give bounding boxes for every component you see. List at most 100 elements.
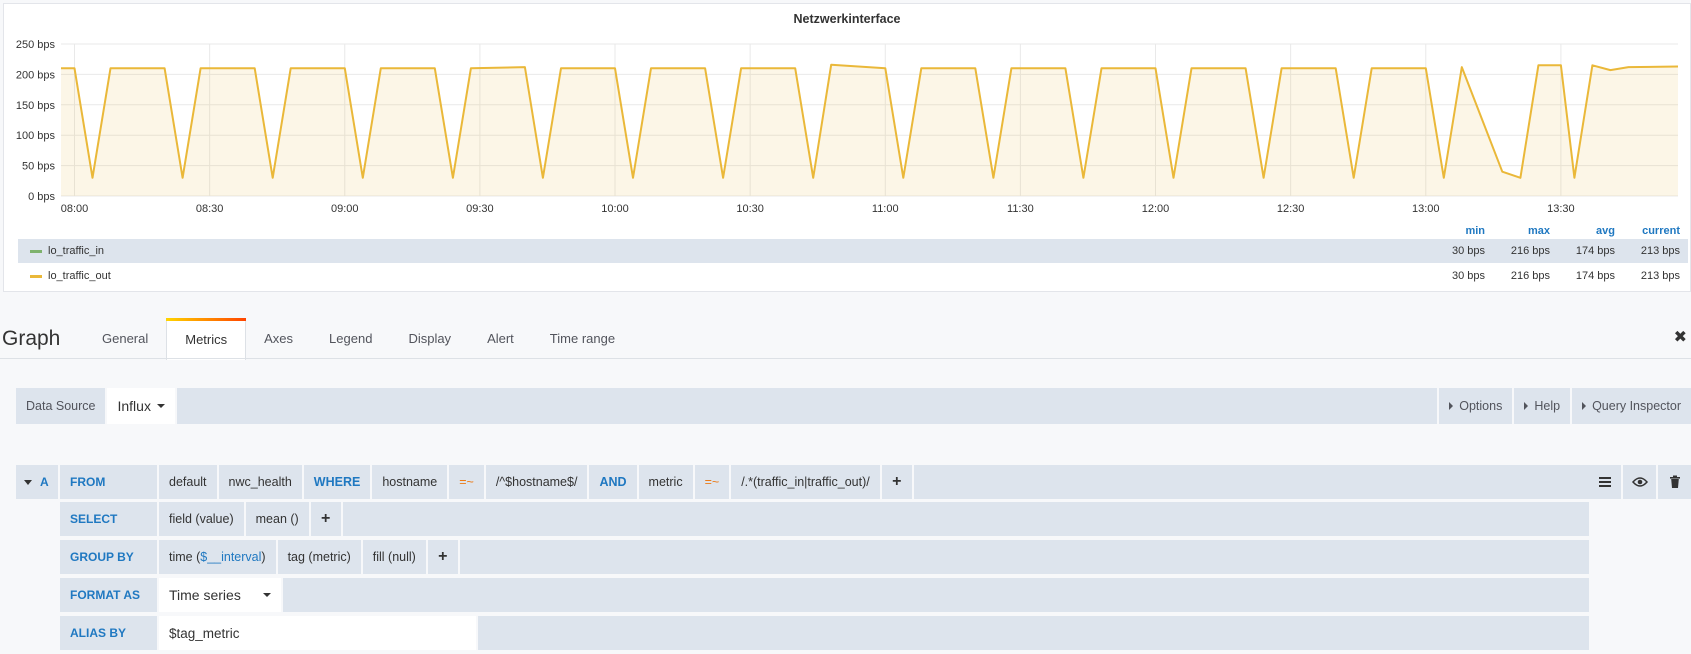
group-by-row: GROUP BY time ($__interval) tag (metric)… (60, 540, 1589, 574)
x-tick-label: 08:00 (61, 203, 89, 214)
format-as-keyword: FORMAT AS (60, 578, 157, 612)
add-group-by-button[interactable]: + (427, 540, 458, 574)
retention-policy[interactable]: default (159, 465, 217, 499)
format-as-select[interactable]: Time series (159, 578, 281, 612)
from-row: FROM default nwc_health WHERE hostname =… (60, 465, 912, 499)
legend-series-name[interactable]: lo_traffic_in (48, 245, 1420, 257)
legend-max-value: 216 bps (1510, 270, 1550, 282)
options-label: Options (1459, 399, 1503, 413)
datasource-row: Data Source Influx Options Help Query In… (16, 388, 1691, 424)
group-by-tag[interactable]: tag (metric) (277, 540, 361, 574)
query-collapse-toggle[interactable]: A (16, 465, 58, 499)
query-inspector-button[interactable]: Query Inspector (1572, 388, 1691, 424)
datasource-value: Influx (117, 398, 151, 414)
select-aggregation[interactable]: mean () (245, 502, 309, 536)
x-tick-label: 08:30 (196, 203, 224, 214)
editor-tabs: General Metrics Axes Legend Display Aler… (84, 318, 633, 360)
x-tick-label: 11:00 (872, 203, 899, 214)
legend-header-min[interactable]: min (1420, 225, 1485, 237)
alias-by-row-filler (478, 616, 1589, 650)
panel-title[interactable]: Netzwerkinterface (4, 12, 1690, 26)
group-by-time-prefix: time ( (169, 550, 201, 564)
legend-header: min max avg current (1420, 225, 1680, 237)
time-series-chart: 0 bps 50 bps 100 bps 150 bps 200 bps 250 bps 0… (16, 39, 1679, 214)
legend-item-lo-traffic-in[interactable]: lo_traffic_in 30 bps 216 bps 174 bps 213… (18, 239, 1688, 263)
datasource-filler (176, 388, 1438, 424)
datasource-label: Data Source (16, 388, 106, 424)
format-as-row-filler (283, 578, 1589, 612)
legend-avg-value: 174 bps (1575, 245, 1615, 257)
tab-metrics[interactable]: Metrics (166, 318, 247, 360)
where-tag-hostname[interactable]: hostname (372, 465, 448, 499)
caret-right-icon (1449, 402, 1454, 410)
query-row-tools (1588, 465, 1691, 499)
y-tick-label: 100 bps (16, 130, 56, 142)
x-tick-label: 12:00 (1142, 203, 1170, 214)
x-tick-label: 13:00 (1412, 203, 1440, 214)
tab-general[interactable]: General (84, 318, 166, 358)
where-operator[interactable]: =~ (449, 465, 484, 499)
group-by-time-interval: $__interval (200, 550, 262, 564)
alias-by-keyword: ALIAS BY (60, 616, 157, 650)
from-row-filler (914, 465, 1588, 499)
add-where-button[interactable]: + (881, 465, 912, 499)
legend-min-value: 30 bps (1451, 245, 1485, 257)
eye-icon[interactable] (1623, 465, 1656, 499)
y-tick-label: 50 bps (22, 161, 56, 173)
caret-right-icon (1524, 402, 1529, 410)
legend-item-lo-traffic-out[interactable]: lo_traffic_out 30 bps 216 bps 174 bps 21… (18, 264, 1688, 288)
where-keyword: WHERE (303, 465, 371, 499)
group-by-time-suffix: ) (261, 550, 266, 564)
close-icon[interactable]: ✖ (1674, 327, 1687, 347)
tab-legend[interactable]: Legend (311, 318, 390, 358)
select-row-filler (342, 502, 1589, 536)
tab-time-range[interactable]: Time range (532, 318, 633, 358)
tab-axes[interactable]: Axes (246, 318, 311, 358)
legend-header-max[interactable]: max (1485, 225, 1550, 237)
tab-display[interactable]: Display (390, 318, 469, 358)
editor-title: Graph (2, 327, 61, 350)
group-by-time[interactable]: time ($__interval) (159, 540, 276, 574)
graph-panel: Netzwerkinterface 0 bps 50 bps 100 bps 150 … (3, 3, 1691, 292)
y-tick-label: 200 bps (16, 69, 56, 81)
legend-avg-value: 174 bps (1575, 270, 1615, 282)
series-color-swatch[interactable] (30, 274, 42, 278)
caret-down-icon (24, 479, 32, 485)
where-tag-metric[interactable]: metric (638, 465, 693, 499)
x-tick-label: 11:30 (1007, 203, 1034, 214)
menu-icon[interactable] (1588, 465, 1621, 499)
and-keyword[interactable]: AND (589, 465, 637, 499)
tab-alert[interactable]: Alert (469, 318, 532, 358)
where-value-metric[interactable]: /.*(traffic_in|traffic_out)/ (731, 465, 880, 499)
series-color-swatch[interactable] (30, 249, 42, 253)
legend-series-name[interactable]: lo_traffic_out (48, 270, 1420, 282)
trash-icon[interactable] (1658, 465, 1691, 499)
help-button[interactable]: Help (1514, 388, 1571, 424)
y-tick-label: 0 bps (28, 191, 55, 203)
legend-current-value: 213 bps (1640, 245, 1680, 257)
caret-down-icon (156, 404, 165, 408)
legend-header-current[interactable]: current (1615, 225, 1680, 237)
from-keyword: FROM (60, 465, 157, 499)
measurement[interactable]: nwc_health (218, 465, 302, 499)
legend-current-value: 213 bps (1640, 270, 1680, 282)
legend-header-avg[interactable]: avg (1550, 225, 1615, 237)
y-tick-label: 250 bps (16, 39, 56, 51)
group-by-row-filler (459, 540, 1589, 574)
where-operator[interactable]: =~ (694, 465, 730, 499)
options-button[interactable]: Options (1439, 388, 1513, 424)
query-inspector-label: Query Inspector (1592, 399, 1681, 413)
x-tick-label: 10:00 (601, 203, 629, 214)
query-ref-id: A (40, 475, 49, 489)
select-keyword: SELECT (60, 502, 157, 536)
datasource-select[interactable]: Influx (107, 388, 175, 424)
where-value-hostname[interactable]: /^$hostname$/ (485, 465, 588, 499)
alias-by-input[interactable]: $tag_metric (159, 616, 476, 650)
legend-min-value: 30 bps (1451, 270, 1485, 282)
format-as-row: FORMAT AS Time series (60, 578, 1589, 612)
y-tick-label: 150 bps (16, 100, 56, 112)
group-by-fill[interactable]: fill (null) (362, 540, 426, 574)
x-tick-label: 09:00 (331, 203, 359, 214)
select-field[interactable]: field (value) (159, 502, 244, 536)
add-select-button[interactable]: + (310, 502, 341, 536)
